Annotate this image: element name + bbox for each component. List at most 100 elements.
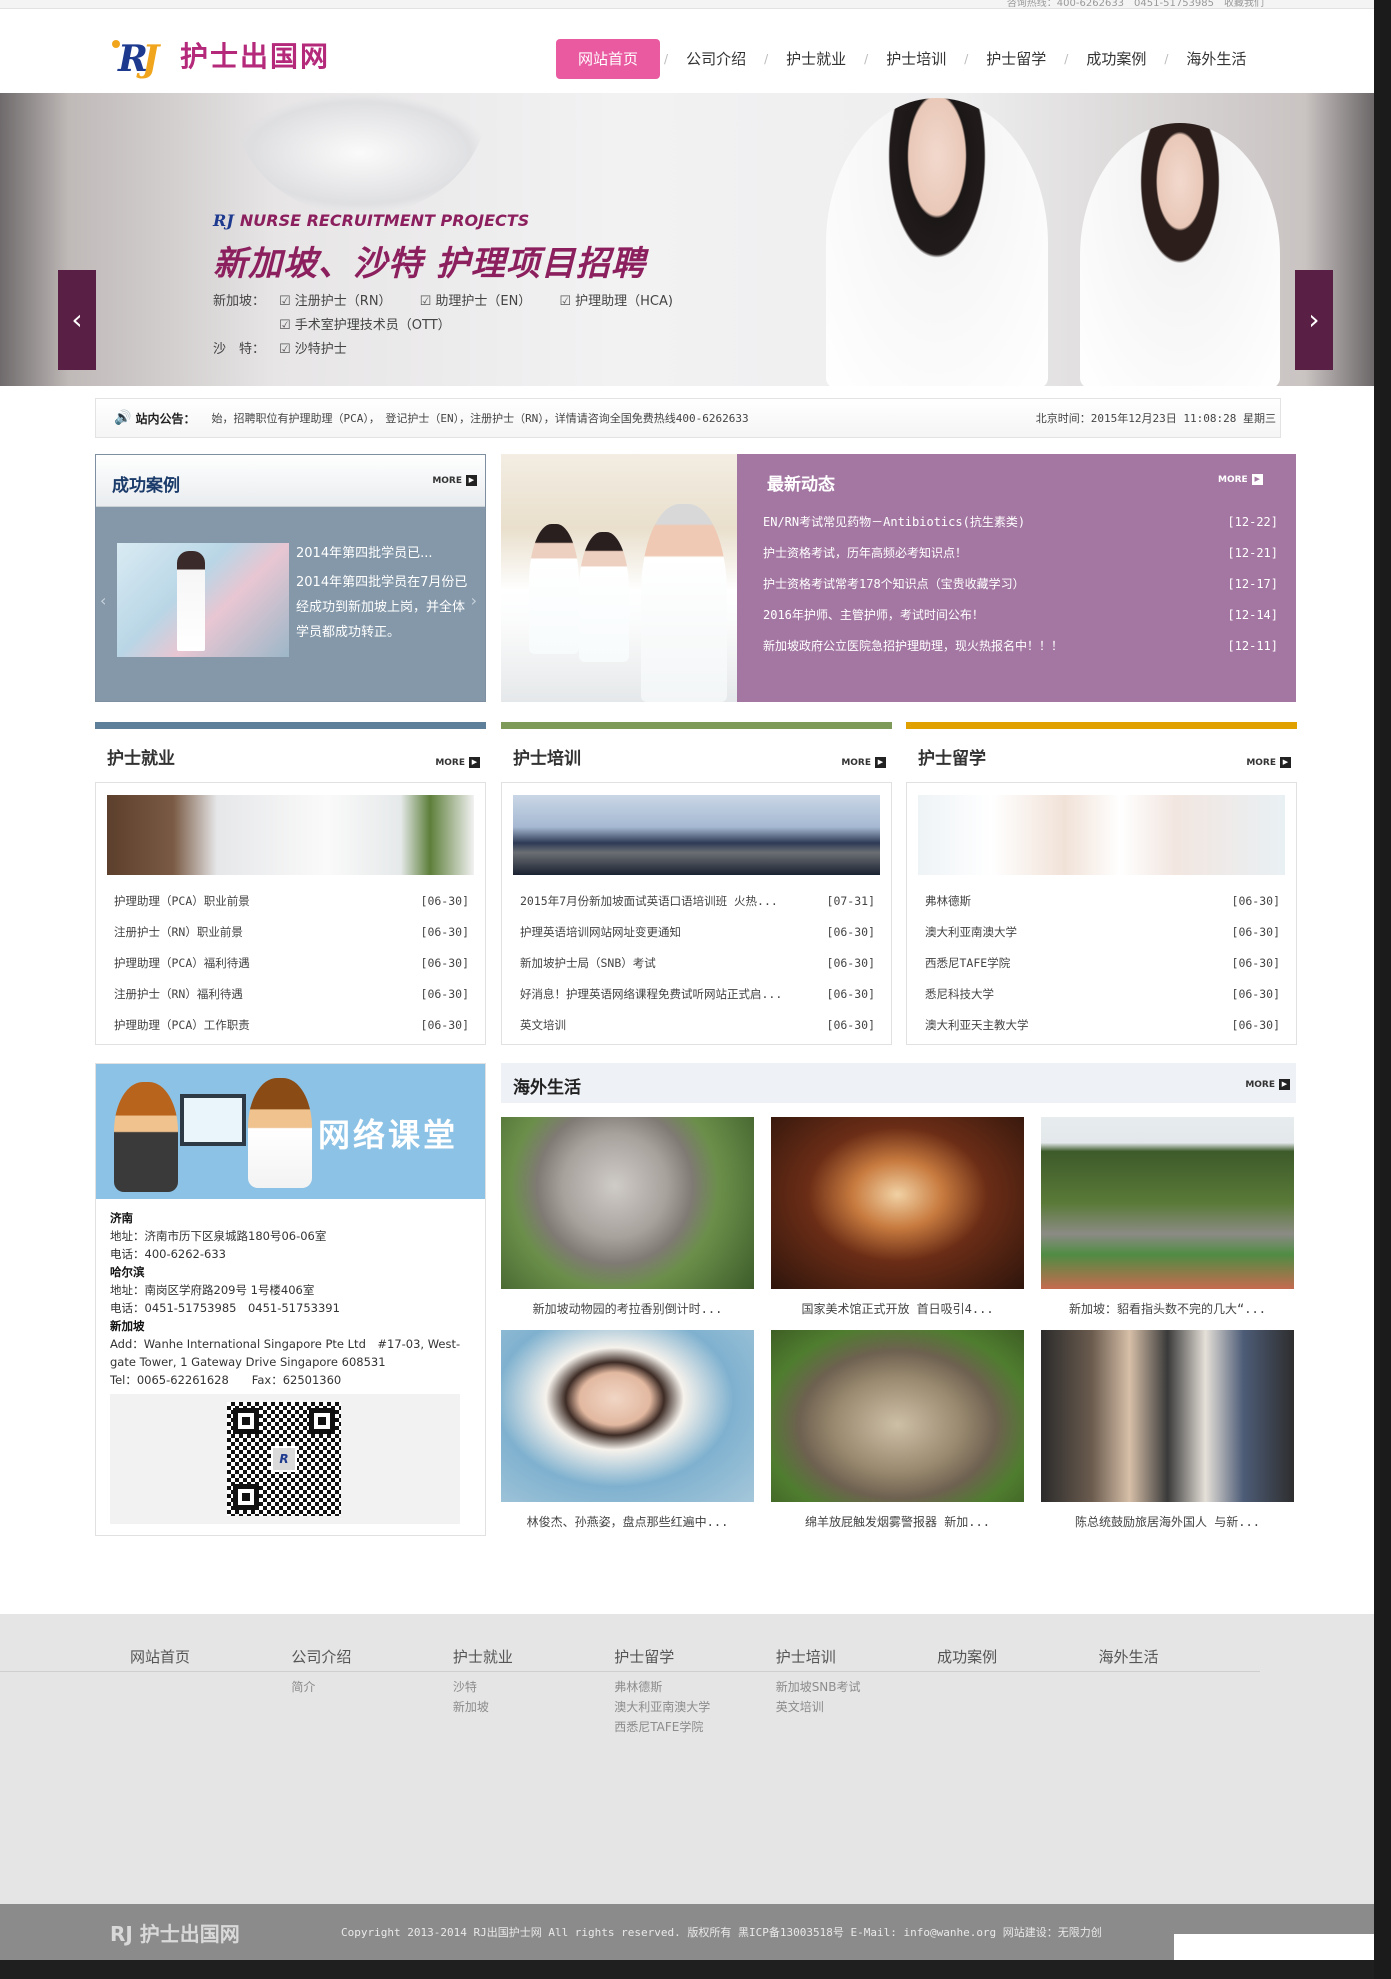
list-item[interactable]: 注册护士（RN）职业前景 [06-30] [114,917,469,948]
banner-prev-arrow-icon[interactable]: ‹ [58,270,96,370]
footer-link[interactable]: 澳大利亚南澳大学 [614,1697,775,1717]
photo-caption[interactable]: 绵羊放屁触发烟雾警报器 新加... [771,1502,1024,1543]
nurse-image [826,98,1048,386]
photo-caption[interactable]: 新加坡：貂看指头数不完的几大“... [1041,1289,1294,1330]
photo-caption[interactable]: 国家美术馆正式开放 首日吸引4... [771,1289,1024,1330]
banner-next-arrow-icon[interactable]: › [1295,270,1333,370]
koala-photo[interactable] [501,1117,754,1289]
nav-separator: / [664,52,669,66]
list-item[interactable]: 澳大利亚天主教大学 [06-30] [925,1010,1280,1041]
sheep-photo[interactable] [771,1330,1024,1502]
employment-more-link[interactable]: MORE [435,757,480,768]
footer-heading[interactable]: 网站首页 [130,1646,291,1677]
footer: 网站首页 公司介绍 简介 护士就业 沙特 新加坡 护士留学 弗林德斯 澳大利亚南… [0,1614,1374,1904]
slider-prev-icon[interactable]: ‹ [100,591,106,610]
list-item[interactable]: 护理英语培训网站网址变更通知 [06-30] [520,917,875,948]
slider-next-icon[interactable]: › [471,591,477,610]
qr-code-area: R [110,1394,460,1524]
footer-heading[interactable]: 护士留学 [614,1646,775,1677]
list-item[interactable]: 护理助理（PCA）福利待遇 [06-30] [114,948,469,979]
photo-caption[interactable]: 陈总统鼓励旅居海外国人 与新... [1041,1502,1294,1543]
photo-card[interactable]: 国家美术馆正式开放 首日吸引4... [771,1117,1024,1330]
list-item[interactable]: 西悉尼TAFE学院 [06-30] [925,948,1280,979]
doctors-photo[interactable] [918,795,1285,875]
list-item[interactable]: 英文培训 [06-30] [520,1010,875,1041]
crowd-photo[interactable] [1041,1330,1294,1502]
nav-item-employment[interactable]: 护士就业 [772,39,860,79]
success-case-title[interactable]: 2014年第四批学员已... [296,541,476,566]
footer-link[interactable]: 新加坡SNB考试 [776,1677,937,1697]
nav-item-home[interactable]: 网站首页 [556,39,661,79]
header: R J 护士出国网 网站首页 / 公司介绍 / 护士就业 / 护士培训 / 护士… [0,9,1374,93]
vertical-scrollbar[interactable] [1374,0,1391,1979]
training-more-link[interactable]: MORE [841,757,886,768]
top-strip-text: 咨询热线：400-6262633 0451-51753985 收藏我们 [1006,0,1264,9]
study-abroad-more-link[interactable]: MORE [1246,757,1291,768]
list-item[interactable]: 护理助理（PCA）职业前景 [06-30] [114,886,469,917]
footer-heading[interactable]: 海外生活 [1099,1646,1260,1677]
footer-link[interactable]: 西悉尼TAFE学院 [614,1717,775,1737]
beijing-time: 北京时间：2015年12月23日 11:08:28 星期三 [1035,412,1276,425]
overseas-life-more-link[interactable]: MORE [1245,1079,1290,1090]
position-item: 沙特护士 [279,338,347,362]
list-item[interactable]: EN/RN考试常见药物－Antibiotics(抗生素类) [12-22] [763,507,1278,538]
success-case-photo[interactable] [117,543,289,657]
list-item[interactable]: 护士资格考试常考178个知识点（宝贵收藏学习） [12-17] [763,569,1278,600]
list-item[interactable]: 澳大利亚南澳大学 [06-30] [925,917,1280,948]
photo-caption[interactable]: 林俊杰、孙燕姿，盘点那些红遍中... [501,1502,754,1543]
success-case-text[interactable]: 2014年第四批学员已... 2014年第四批学员在7月份已经成功到新加坡上岗，… [296,541,476,645]
footer-col: 公司介绍 简介 [291,1646,452,1737]
hero-banner[interactable]: ‹ › RJ NURSE RECRUITMENT PROJECTS 新加坡、沙特… [0,93,1374,386]
museum-photo[interactable] [771,1117,1024,1289]
list-item[interactable]: 护士资格考试，历年高频必考知识点！ [12-21] [763,538,1278,569]
nav-separator: / [1064,52,1069,66]
list-item[interactable]: 弗林德斯 [06-30] [925,886,1280,917]
employment-panel: 护士就业 MORE 护理助理（PCA）职业前景[06-30] 注册护士（RN）职… [95,722,486,1045]
nav-item-study-abroad[interactable]: 护士留学 [972,39,1060,79]
announcement-message[interactable]: 始，招聘职位有护理助理（PCA）， 登记护士（EN），注册护士（RN），详情请咨… [211,410,1035,426]
footer-link[interactable]: 沙特 [453,1677,614,1697]
list-item[interactable]: 2016年护师、主管护师，考试时间公布！ [12-14] [763,600,1278,631]
footer-heading[interactable]: 护士培训 [776,1646,937,1677]
list-item[interactable]: 2015年7月份新加坡面试英语口语培训班 火热... [07-31] [520,886,875,917]
footer-heading[interactable]: 护士就业 [453,1646,614,1677]
main-nav: 网站首页 / 公司介绍 / 护士就业 / 护士培训 / 护士留学 / 成功案例 … [556,39,1260,79]
photo-caption[interactable]: 新加坡动物园的考拉香别倒计时... [501,1289,754,1330]
footer-col: 护士就业 沙特 新加坡 [453,1646,614,1737]
floating-tab[interactable] [1174,1934,1374,1960]
photo-card[interactable]: 绵羊放屁触发烟雾警报器 新加... [771,1330,1024,1543]
tree-photo[interactable] [1041,1117,1294,1289]
footer-link[interactable]: 弗林德斯 [614,1677,775,1697]
list-item[interactable]: 新加坡政府公立医院急招护理助理，现火热报名中！！！ [12-11] [763,631,1278,662]
singapore-skyline-photo[interactable] [513,795,880,875]
woman-portrait-photo[interactable] [501,1330,754,1502]
nav-item-about[interactable]: 公司介绍 [672,39,760,79]
list-item[interactable]: 好消息！护理英语网络课程免费试听网站正式启... [06-30] [520,979,875,1010]
list-item[interactable]: 护理助理（PCA）工作职责 [06-30] [114,1010,469,1041]
footer-heading[interactable]: 成功案例 [937,1646,1098,1677]
list-item[interactable]: 新加坡护士局（SNB）考试 [06-30] [520,948,875,979]
online-classroom-banner[interactable]: 网络课堂 [96,1064,485,1199]
nav-item-overseas-life[interactable]: 海外生活 [1172,39,1260,79]
photo-card[interactable]: 新加坡：貂看指头数不完的几大“... [1041,1117,1294,1330]
success-cases-more-link[interactable]: MORE [432,475,477,486]
nav-item-success-cases[interactable]: 成功案例 [1072,39,1160,79]
medical-staff-photo [501,454,737,702]
training-panel: 护士培训 MORE 2015年7月份新加坡面试英语口语培训班 火热...[07-… [501,722,892,1045]
latest-news-box: 最新动态 MORE EN/RN考试常见药物－Antibiotics(抗生素类)[… [501,454,1296,702]
footer-link[interactable]: 新加坡 [453,1697,614,1717]
footer-link[interactable]: 英文培训 [776,1697,937,1717]
cartoon-person-image [248,1078,312,1188]
photo-card[interactable]: 林俊杰、孙燕姿，盘点那些红遍中... [501,1330,754,1543]
office-reception-photo[interactable] [107,795,474,875]
footer-link[interactable]: 简介 [291,1677,452,1697]
nav-separator: / [1164,52,1169,66]
list-item[interactable]: 注册护士（RN）福利待遇 [06-30] [114,979,469,1010]
footer-heading[interactable]: 公司介绍 [291,1646,452,1677]
site-logo[interactable]: R J 护士出国网 [112,33,330,80]
photo-card[interactable]: 新加坡动物园的考拉香别倒计时... [501,1117,754,1330]
photo-card[interactable]: 陈总统鼓励旅居海外国人 与新... [1041,1330,1294,1543]
latest-news-more-link[interactable]: MORE [1218,474,1263,485]
nav-item-training[interactable]: 护士培训 [872,39,960,79]
list-item[interactable]: 悉尼科技大学 [06-30] [925,979,1280,1010]
